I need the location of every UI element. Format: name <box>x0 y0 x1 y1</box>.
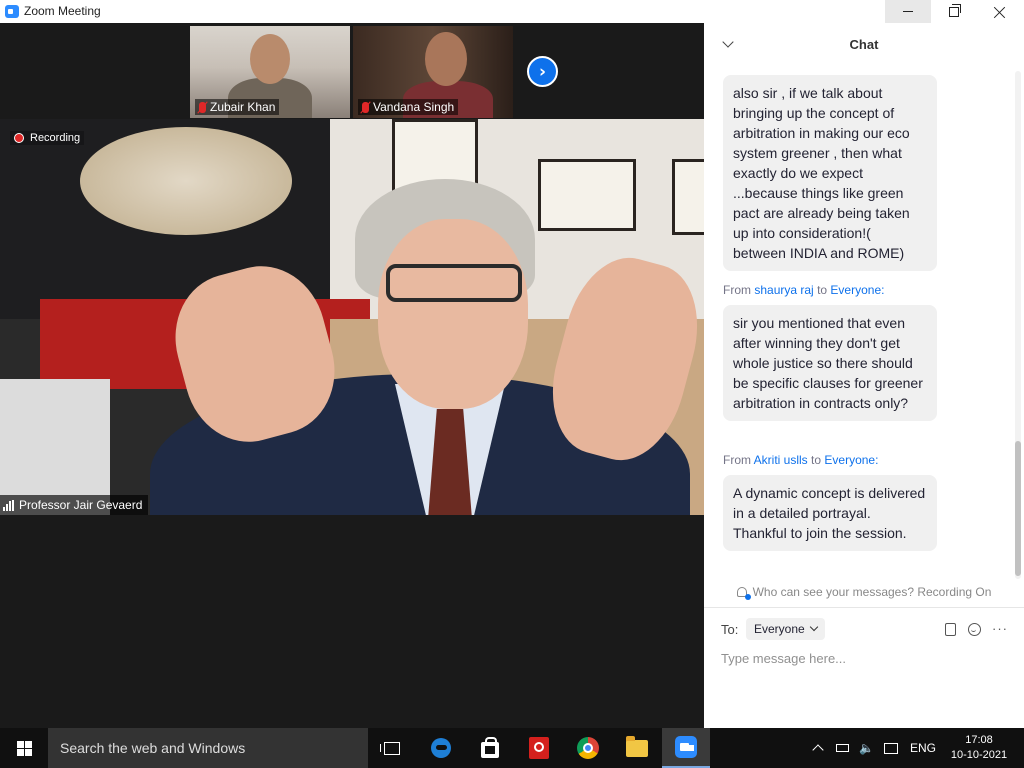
speaker-icon: 🔈 <box>859 741 874 755</box>
person-icon <box>736 587 751 600</box>
active-speaker-video: Recording Professor Jair Gevaerd <box>0 119 704 515</box>
acrobat-icon <box>529 737 549 759</box>
chevron-right-icon: › <box>538 61 546 82</box>
world-map-decor <box>80 127 292 235</box>
zoom-icon <box>675 736 697 758</box>
acrobat-button[interactable] <box>515 728 563 768</box>
edge-button[interactable] <box>417 728 465 768</box>
participant-name-tag: Zubair Khan <box>195 99 280 115</box>
recipient-name: Everyone: <box>830 283 885 297</box>
next-participants-button[interactable]: › <box>527 56 558 87</box>
chat-message: A dynamic concept is delivered in a deta… <box>723 475 937 551</box>
message-input[interactable] <box>721 647 1011 669</box>
speaker-glasses <box>386 264 522 302</box>
chrome-button[interactable] <box>564 728 612 768</box>
title-bar: Zoom Meeting <box>0 0 1024 23</box>
participant-face <box>250 34 290 84</box>
speaker-name-tag: Professor Jair Gevaerd <box>0 495 149 515</box>
participant-name: Vandana Singh <box>373 100 455 114</box>
privacy-notice-text: Who can see your messages? Recording On <box>752 585 992 599</box>
mic-muted-icon <box>199 101 206 113</box>
message-sender-line: From Akriti uslls to Everyone: <box>723 453 878 467</box>
diploma-frame <box>672 159 704 235</box>
participant-face <box>425 32 467 86</box>
scrollbar-thumb[interactable] <box>1015 441 1021 576</box>
chat-message-list[interactable]: also sir , if we talk about bringing up … <box>704 71 1024 581</box>
file-explorer-button[interactable] <box>613 728 661 768</box>
recipient-selected: Everyone <box>754 622 805 636</box>
signal-strength-icon <box>3 499 14 511</box>
edge-icon <box>431 738 451 758</box>
recording-indicator: Recording <box>10 131 85 145</box>
meeting-video-area: Zubair Khan Vandana Singh › Recording Pr… <box>0 23 704 728</box>
taskbar-clock[interactable]: 17:08 10-10-2021 <box>944 728 1014 768</box>
window-title: Zoom Meeting <box>24 4 101 18</box>
file-icon[interactable] <box>945 623 956 636</box>
mic-muted-icon <box>362 101 369 113</box>
sender-name[interactable]: Akriti uslls <box>754 453 808 467</box>
divider <box>704 607 1024 608</box>
chat-message: sir you mentioned that even after winnin… <box>723 305 937 421</box>
volume-button[interactable]: 🔈 <box>859 728 874 768</box>
clock-date: 10-10-2021 <box>950 749 1008 761</box>
chevron-down-icon <box>809 622 818 632</box>
start-button[interactable] <box>0 728 48 768</box>
speaker-name: Professor Jair Gevaerd <box>19 498 143 512</box>
sender-name[interactable]: shaurya raj <box>754 283 813 297</box>
zoom-app-icon <box>5 5 19 18</box>
chat-message: also sir , if we talk about bringing up … <box>723 75 937 271</box>
participant-name-tag: Vandana Singh <box>358 99 459 115</box>
message-sender-line: From shaurya raj to Everyone: <box>723 283 884 297</box>
chat-panel: Chat also sir , if we talk about bringin… <box>704 23 1024 728</box>
chrome-icon <box>577 737 599 759</box>
taskbar: Search the web and Windows 🔈 ENG 17:08 1… <box>0 728 1024 768</box>
windows-logo-icon <box>16 740 32 756</box>
recipient-dropdown[interactable]: Everyone <box>746 618 825 640</box>
recipient-name: Everyone: <box>824 453 879 467</box>
to-word: to <box>811 453 822 467</box>
task-view-icon <box>380 741 400 755</box>
restore-icon <box>949 3 961 17</box>
to-label: To: <box>721 622 739 637</box>
to-word: to <box>817 283 828 297</box>
notification-icon <box>884 742 898 754</box>
language-indicator[interactable]: ENG <box>910 728 936 768</box>
more-options-icon[interactable]: ··· <box>992 621 1008 636</box>
chat-title: Chat <box>849 37 879 52</box>
minimize-icon <box>903 11 913 12</box>
restore-button[interactable] <box>931 0 977 23</box>
emoji-icon[interactable] <box>968 623 981 636</box>
task-view-button[interactable] <box>368 728 416 768</box>
from-label: From <box>723 453 751 467</box>
recording-dot-icon <box>14 133 24 143</box>
participant-thumbnail-zubair[interactable]: Zubair Khan <box>190 26 350 118</box>
close-button[interactable] <box>977 0 1023 23</box>
close-icon <box>994 6 1006 18</box>
chat-header: Chat <box>704 23 1024 67</box>
privacy-notice[interactable]: Who can see your messages? Recording On <box>704 585 1024 600</box>
diploma-frame <box>538 159 636 231</box>
power-status[interactable] <box>836 728 849 768</box>
store-icon <box>481 737 499 758</box>
minimize-button[interactable] <box>885 0 931 23</box>
chevron-up-icon <box>812 744 824 756</box>
action-center-button[interactable] <box>884 728 898 768</box>
chat-scrollbar[interactable] <box>1015 71 1021 579</box>
recording-label: Recording <box>30 132 81 144</box>
battery-icon <box>836 744 849 752</box>
clock-time: 17:08 <box>965 734 993 746</box>
file-explorer-icon <box>626 735 648 757</box>
taskbar-search-box[interactable]: Search the web and Windows <box>48 728 368 768</box>
participant-thumbnail-vandana[interactable]: Vandana Singh <box>353 26 513 118</box>
from-label: From <box>723 283 751 297</box>
store-button[interactable] <box>466 728 514 768</box>
participant-name: Zubair Khan <box>210 100 276 114</box>
show-hidden-icons-button[interactable] <box>812 728 824 768</box>
speaker-face <box>378 219 528 409</box>
zoom-taskbar-button[interactable] <box>662 728 710 768</box>
